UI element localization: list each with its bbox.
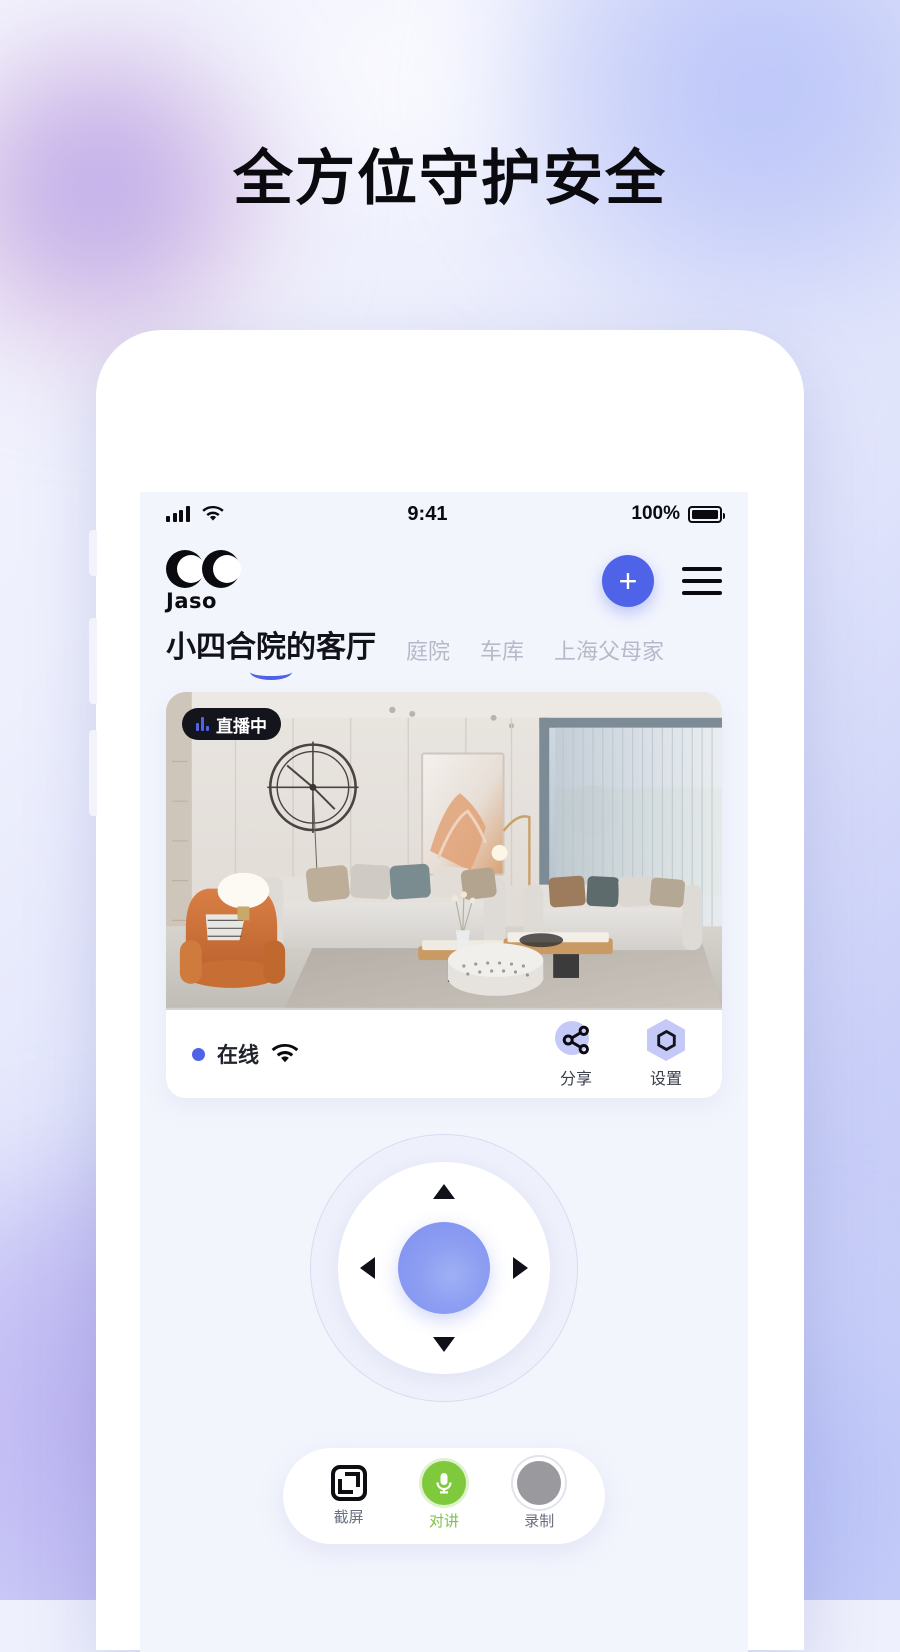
ottoman (447, 943, 544, 996)
bottom-toolbar: 截屏 对讲 录制 (283, 1448, 605, 1544)
screenshot-button[interactable]: 截屏 (309, 1465, 389, 1527)
tab-label: 小四合院的客厅 (166, 631, 376, 664)
screenshot-label: 截屏 (333, 1509, 364, 1526)
add-device-button[interactable]: + (602, 555, 654, 607)
wifi-icon (201, 506, 224, 521)
app-logo-text: Jaso (166, 588, 217, 613)
bottom-toolbar-section: 截屏 对讲 录制 (140, 1448, 748, 1544)
dpad-inner-face (338, 1162, 550, 1374)
tab-garage[interactable]: 车库 (480, 634, 524, 676)
arrow-left-icon[interactable] (360, 1257, 375, 1279)
record-icon (517, 1461, 562, 1505)
ptz-control-section (140, 1134, 748, 1402)
tab-parents-home[interactable]: 上海父母家 (554, 634, 664, 676)
settings-button[interactable]: 设置 (636, 1019, 696, 1089)
poster-headline: 全方位守护安全 (233, 144, 667, 214)
battery-full-icon (688, 505, 725, 523)
record-button[interactable]: 录制 (499, 1461, 579, 1531)
microphone-icon (421, 1461, 466, 1505)
settings-hexagon-icon (645, 1019, 687, 1061)
ptz-dpad (310, 1134, 578, 1402)
tab-living-room[interactable]: 小四合院的客厅 (166, 622, 376, 680)
camera-tabs: 小四合院的客厅 庭院 车库 上海父母家 (140, 612, 748, 680)
intercom-label: 对讲 (428, 1513, 459, 1530)
battery-percent-label: 100% (631, 503, 680, 524)
intercom-button[interactable]: 对讲 (404, 1461, 484, 1531)
hamburger-menu-icon[interactable] (682, 567, 722, 595)
camera-status-label: 在线 (217, 1044, 259, 1067)
share-button[interactable]: 分享 (546, 1019, 606, 1089)
camera-online-status: 在线 (192, 1039, 299, 1069)
status-bar-left (166, 506, 224, 522)
arrow-up-icon[interactable] (433, 1184, 455, 1199)
live-equalizer-icon (196, 717, 209, 731)
share-label: 分享 (559, 1071, 592, 1088)
arrow-down-icon[interactable] (433, 1337, 455, 1352)
camera-action-buttons: 分享 设置 (546, 1019, 696, 1089)
joystick-center-button[interactable] (398, 1222, 490, 1314)
wifi-icon (271, 1044, 299, 1063)
status-bar-time: 9:41 (407, 502, 448, 525)
arrow-right-icon[interactable] (513, 1257, 528, 1279)
share-icon (555, 1019, 597, 1061)
settings-label: 设置 (649, 1071, 682, 1088)
phone-volume-up-button (89, 618, 97, 704)
tab-active-indicator (250, 664, 292, 680)
signal-bars-icon (166, 506, 190, 522)
screenshot-icon (330, 1465, 367, 1501)
camera-live-view[interactable]: 直播中 (166, 692, 722, 1010)
app-header: Jaso + (140, 536, 748, 613)
record-label: 录制 (524, 1513, 555, 1530)
camera-card: 直播中 在线 分享 设置 (166, 692, 722, 1098)
phone-volume-down-button (89, 730, 97, 816)
tab-courtyard[interactable]: 庭院 (406, 634, 450, 676)
live-badge: 直播中 (182, 708, 281, 740)
camera-status-bar: 在线 分享 设置 (166, 1010, 722, 1098)
jaso-double-circle-logo (166, 549, 241, 588)
app-logo: Jaso (166, 549, 241, 613)
status-bar: 9:41 100% (140, 492, 748, 536)
phone-mute-switch (89, 530, 97, 576)
phone-mockup: 9:41 100% Jaso + 小四合院的客厅 庭院 车库 上海父母家 直播中… (89, 330, 804, 1652)
live-badge-label: 直播中 (216, 716, 267, 736)
phone-screen: 9:41 100% Jaso + 小四合院的客厅 庭院 车库 上海父母家 直播中… (140, 492, 748, 1652)
status-dot (192, 1047, 205, 1061)
status-bar-right: 100% (631, 503, 725, 525)
